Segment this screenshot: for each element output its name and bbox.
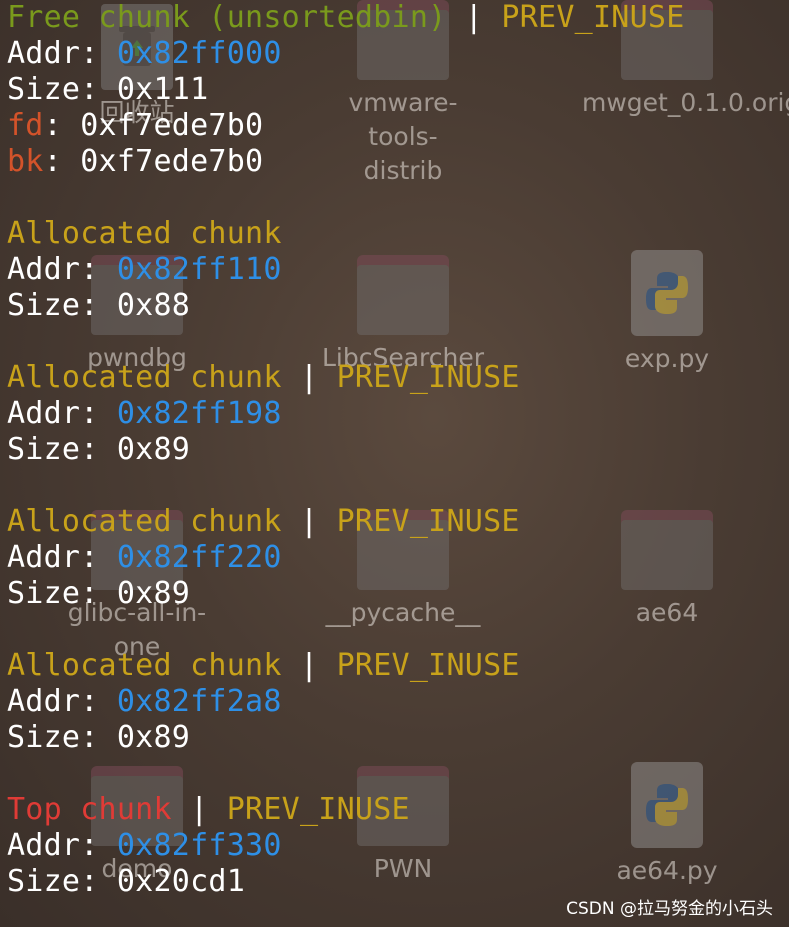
fd-label: fd: [7, 108, 44, 143]
chunk-flag: PREV_INUSE: [336, 648, 520, 683]
separator: |: [281, 360, 337, 395]
size-label: Size:: [7, 288, 117, 323]
chunk-size-line: Size: 0x111: [7, 72, 787, 108]
chunk-fd-line: fd: 0xf7ede7b0: [7, 108, 787, 144]
size-label: Size:: [7, 576, 117, 611]
separator: |: [446, 0, 502, 35]
chunk-size-line: Size: 0x89: [7, 576, 787, 612]
chunk-size-line: Size: 0x89: [7, 720, 787, 756]
chunk-addr-line: Addr: 0x82ff220: [7, 540, 787, 576]
addr-value: 0x82ff110: [116, 252, 282, 287]
size-value: 0x89: [116, 720, 191, 755]
chunk-type-label: Allocated chunk: [7, 504, 282, 539]
chunk-header: Allocated chunk | PREV_INUSE: [7, 360, 787, 396]
addr-label: Addr:: [7, 540, 117, 575]
size-value: 0x89: [116, 576, 191, 611]
chunk-addr-line: Addr: 0x82ff000: [7, 36, 787, 72]
size-value: 0x20cd1: [116, 864, 246, 899]
separator: |: [281, 504, 337, 539]
chunk-type-label: Allocated chunk: [7, 360, 282, 395]
addr-value: 0x82ff198: [116, 396, 282, 431]
chunk-addr-line: Addr: 0x82ff2a8: [7, 684, 787, 720]
chunk-flag: PREV_INUSE: [226, 792, 410, 827]
terminal-heap-output: Free chunk (unsortedbin) | PREV_INUSE Ad…: [7, 0, 787, 900]
size-label: Size:: [7, 864, 117, 899]
fd-value: : 0xf7ede7b0: [43, 108, 264, 143]
chunk-type-label: Top chunk: [7, 792, 172, 827]
chunk-type-label: Free chunk (unsortedbin): [7, 0, 447, 35]
chunk-header: Allocated chunk | PREV_INUSE: [7, 504, 787, 540]
chunk-addr-line: Addr: 0x82ff330: [7, 828, 787, 864]
chunk-flag: PREV_INUSE: [336, 360, 520, 395]
addr-label: Addr:: [7, 828, 117, 863]
chunk-header: Free chunk (unsortedbin) | PREV_INUSE: [7, 0, 787, 36]
addr-value: 0x82ff2a8: [116, 684, 282, 719]
chunk-flag: PREV_INUSE: [501, 0, 685, 35]
addr-label: Addr:: [7, 36, 117, 71]
chunk-bk-line: bk: 0xf7ede7b0: [7, 144, 787, 180]
chunk-header: Allocated chunk: [7, 216, 787, 252]
separator: |: [171, 792, 227, 827]
size-value: 0x111: [116, 72, 209, 107]
size-label: Size:: [7, 720, 117, 755]
chunk-size-line: Size: 0x89: [7, 432, 787, 468]
addr-label: Addr:: [7, 396, 117, 431]
chunk-flag: PREV_INUSE: [336, 504, 520, 539]
addr-value: 0x82ff220: [116, 540, 282, 575]
addr-value: 0x82ff000: [116, 36, 282, 71]
size-label: Size:: [7, 432, 117, 467]
size-label: Size:: [7, 72, 117, 107]
separator: |: [281, 648, 337, 683]
chunk-header: Top chunk | PREV_INUSE: [7, 792, 787, 828]
bk-value: : 0xf7ede7b0: [43, 144, 264, 179]
chunk-header: Allocated chunk | PREV_INUSE: [7, 648, 787, 684]
size-value: 0x89: [116, 432, 191, 467]
watermark: CSDN @拉马努金的小石头: [566, 899, 773, 919]
chunk-size-line: Size: 0x88: [7, 288, 787, 324]
bk-label: bk: [7, 144, 44, 179]
addr-value: 0x82ff330: [116, 828, 282, 863]
chunk-addr-line: Addr: 0x82ff198: [7, 396, 787, 432]
chunk-type-label: Allocated chunk: [7, 648, 282, 683]
chunk-addr-line: Addr: 0x82ff110: [7, 252, 787, 288]
chunk-type-label: Allocated chunk: [7, 216, 282, 251]
addr-label: Addr:: [7, 252, 117, 287]
addr-label: Addr:: [7, 684, 117, 719]
size-value: 0x88: [116, 288, 191, 323]
